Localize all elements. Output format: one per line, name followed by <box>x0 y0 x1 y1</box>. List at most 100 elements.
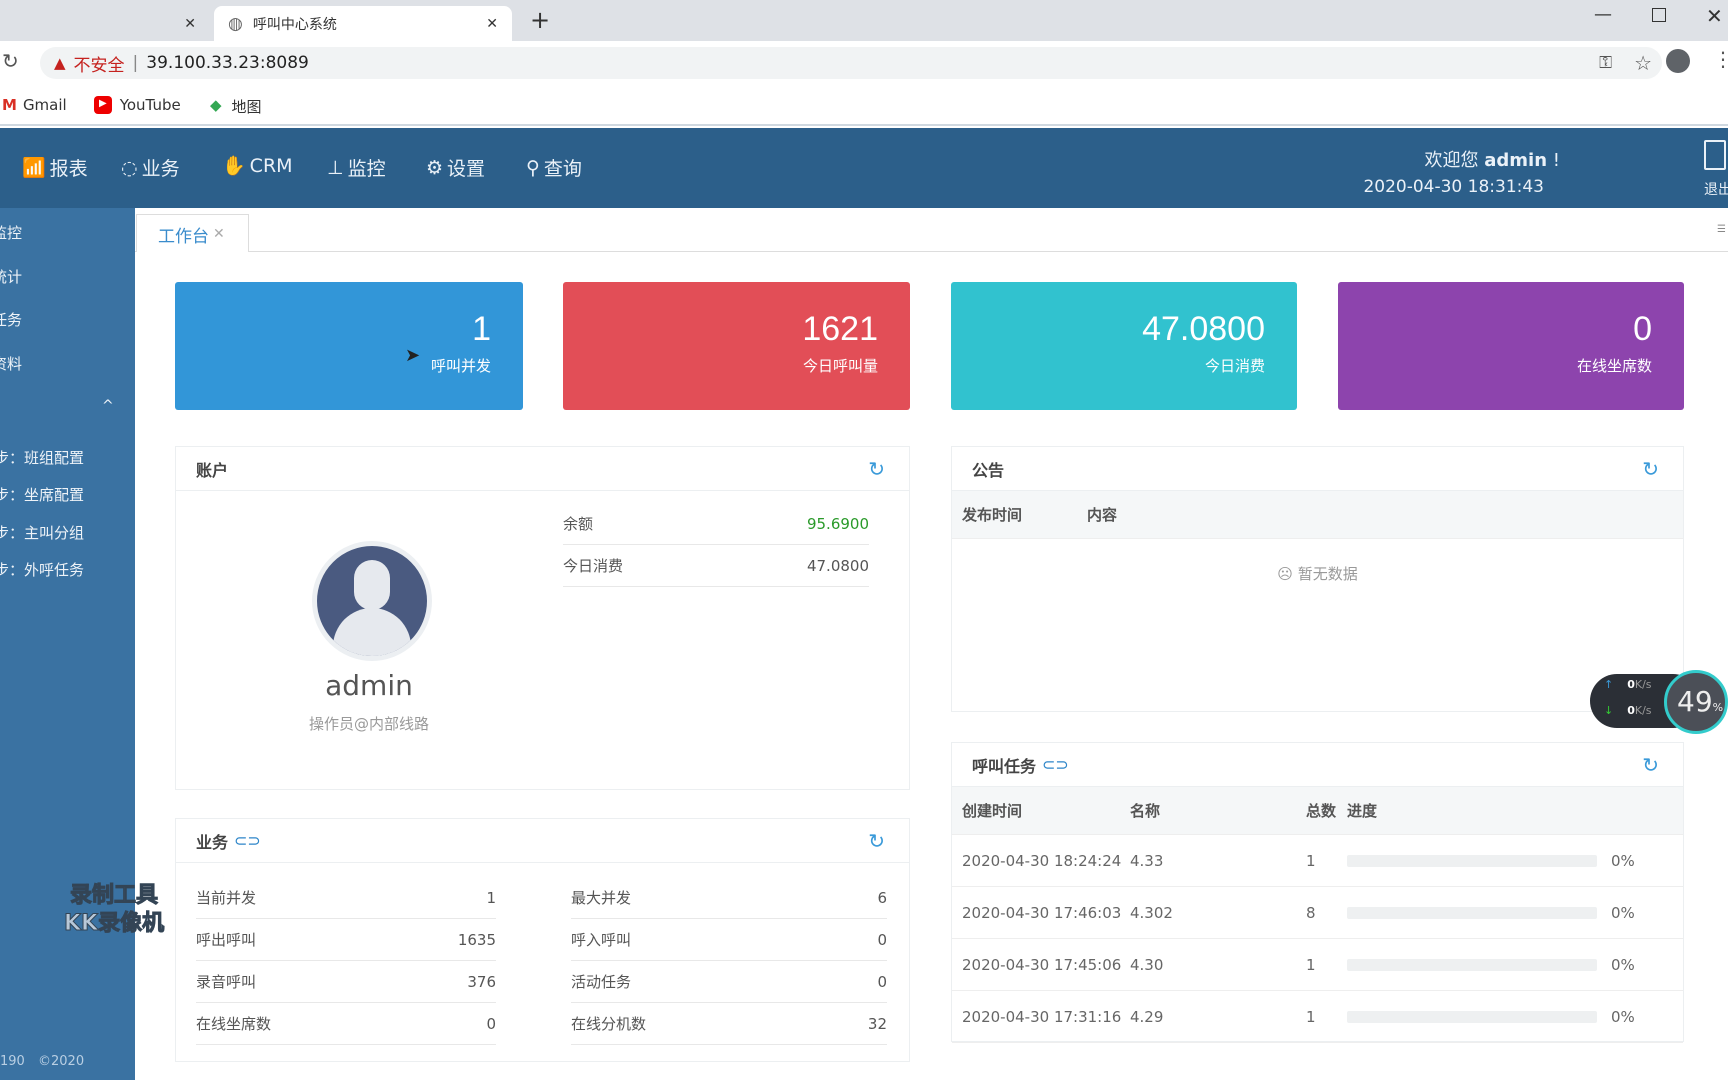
business-stat-row: 录音呼叫 376 <box>196 961 496 1003</box>
task-name: 4.29 <box>1130 1007 1164 1026</box>
profile-icon[interactable] <box>1666 49 1690 73</box>
restore-button[interactable] <box>1652 8 1666 22</box>
column-header: 进度 <box>1347 802 1378 820</box>
copyright: ©2020 <box>38 1054 85 1069</box>
task-name: 4.30 <box>1130 955 1164 974</box>
business-panel: 业务 ⊂⊃ ↻ 当前并发 1 呼出呼叫 1635 录音呼叫 376 在线坐席数 0 最大并发 6 呼入呼… <box>175 818 910 1062</box>
nav-label: 业务 <box>141 158 180 180</box>
column-header: 发布时间 <box>962 506 1023 524</box>
welcome-text: 欢迎您 admin ! <box>1425 146 1560 172</box>
nav-query[interactable]: ⚲ 查询 <box>526 154 582 181</box>
sidebar-step-outbound-task[interactable]: 步：外呼任务 <box>0 559 84 580</box>
nav-label: 报表 <box>49 158 88 180</box>
stat-label: 在线坐席数 <box>1576 357 1652 375</box>
sidebar-item-data[interactable]: 资料 <box>0 353 22 374</box>
sidebar-step-group-config[interactable]: 步：班组配置 <box>0 447 84 468</box>
percent-sign: % <box>1712 701 1724 714</box>
stat-label: 今日消费 <box>1204 357 1265 375</box>
sidebar-step-caller-group[interactable]: 步：主叫分组 <box>0 522 84 543</box>
security-label[interactable]: 不安全 <box>74 51 125 76</box>
logout-button[interactable]: 退出 <box>1704 179 1728 199</box>
task-name: 4.302 <box>1130 903 1173 922</box>
link-icon[interactable]: ⊂⊃ <box>1042 755 1069 774</box>
address-bar-row: ↻ ▲ 不安全 | 39.100.33.23:8089 ⚿ ☆ ⋮ <box>0 41 1728 86</box>
avatar <box>312 541 432 661</box>
close-icon[interactable]: ✕ <box>184 16 196 32</box>
cpu-usage-gauge: 49% <box>1664 670 1728 734</box>
close-window-button[interactable]: ✕ <box>1706 4 1723 28</box>
stat-value: 0 <box>1633 310 1652 348</box>
business-stat-row: 活动任务 0 <box>571 961 887 1003</box>
new-tab-button[interactable]: + <box>530 6 550 34</box>
task-total: 1 <box>1306 955 1316 974</box>
nav-reports[interactable]: 📶 报表 <box>22 154 88 181</box>
current-user: admin <box>1484 150 1548 171</box>
star-icon[interactable]: ☆ <box>1634 51 1652 75</box>
nav-label: 查询 <box>543 158 582 180</box>
call-tasks-panel: 呼叫任务 ⊂⊃ ↻ 创建时间 名称 总数 进度 2020-04-30 18:24:24 4.… <box>951 742 1684 1043</box>
table-row[interactable]: 2020-04-30 17:31:16 4.29 1 0% <box>952 991 1683 1043</box>
progress-bar <box>1347 1010 1597 1023</box>
task-progress: 0% <box>1611 903 1635 922</box>
nav-settings[interactable]: ⚙ 设置 <box>426 154 485 181</box>
tab-workbench[interactable]: 工作台 ✕ <box>136 214 249 253</box>
progress-bar <box>1347 854 1597 867</box>
bookmark-maps[interactable]: ◆ 地图 <box>210 96 262 117</box>
nav-business[interactable]: ◌ 业务 <box>121 154 180 181</box>
business-stat-row: 呼入呼叫 0 <box>571 919 887 961</box>
cycle-icon: ◌ <box>121 156 138 179</box>
nav-monitor[interactable]: ⊥ 监控 <box>327 154 386 181</box>
minimize-button[interactable]: — <box>1594 4 1612 25</box>
download-speed: 0 <box>1627 704 1635 717</box>
refresh-icon[interactable]: ↻ <box>1642 457 1659 481</box>
sad-face-icon: ☹ <box>1277 565 1293 583</box>
stat-card-concurrency: 1 呼叫并发 <box>175 282 523 410</box>
url-text[interactable]: 39.100.33.23:8089 <box>146 53 309 73</box>
top-navigation: 📶 报表 ◌ 业务 ✋ CRM ⊥ 监控 ⚙ 设置 ⚲ 查询 欢迎您 admin ! 202… <box>0 128 1728 208</box>
sidebar-step-seat-config[interactable]: 步：坐席配置 <box>0 484 84 505</box>
reload-icon[interactable]: ↻ <box>2 49 19 73</box>
tab-menu-icon[interactable]: ☰ <box>1717 224 1726 235</box>
stat-value: 47.0800 <box>1142 310 1265 348</box>
cpu-percent: 49 <box>1677 685 1713 718</box>
gmail-icon: M <box>2 96 17 114</box>
row-value: 0 <box>877 930 887 949</box>
today-cost-row: 今日消费 47.0800 <box>563 545 869 587</box>
sidebar-item-monitor[interactable]: 监控 <box>0 222 22 243</box>
unit: K/s <box>1634 678 1652 691</box>
account-role: 操作员@内部线路 <box>308 715 429 733</box>
bookmark-gmail[interactable]: M Gmail <box>2 96 67 114</box>
business-stat-row: 当前并发 1 <box>196 877 496 919</box>
browser-tab-active[interactable]: ◍ 呼叫中心系统 ✕ <box>214 6 512 41</box>
balance-row: 余额 95.6900 <box>563 503 869 545</box>
logout-icon[interactable] <box>1704 140 1726 170</box>
link-icon[interactable]: ⊂⊃ <box>234 831 261 850</box>
chevron-up-icon[interactable]: ^ <box>102 398 114 414</box>
row-label: 呼入呼叫 <box>571 931 632 949</box>
sidebar-item-tasks[interactable]: 任务 <box>0 309 22 330</box>
table-row[interactable]: 2020-04-30 17:45:06 4.30 1 0% <box>952 939 1683 991</box>
exclaim: ! <box>1552 150 1560 171</box>
menu-icon[interactable]: ⋮ <box>1713 47 1728 71</box>
nav-crm[interactable]: ✋ CRM <box>222 154 293 178</box>
refresh-icon[interactable]: ↻ <box>868 457 885 481</box>
key-icon[interactable]: ⚿ <box>1599 53 1612 73</box>
refresh-icon[interactable]: ↻ <box>1642 753 1659 777</box>
table-row[interactable]: 2020-04-30 17:46:03 4.302 8 0% <box>952 887 1683 939</box>
network-speed-widget[interactable]: ↑ 0K/s ↓ 0K/s 49% <box>1590 670 1728 734</box>
footer-text: 190 <box>0 1054 25 1069</box>
omnibox[interactable]: ▲ 不安全 | 39.100.33.23:8089 ⚿ ☆ <box>40 47 1662 79</box>
close-icon[interactable]: ✕ <box>486 16 498 32</box>
sidebar-item-stats[interactable]: 统计 <box>0 266 22 287</box>
close-icon[interactable]: ✕ <box>213 226 225 242</box>
refresh-icon[interactable]: ↻ <box>868 829 885 853</box>
row-label: 最大并发 <box>571 889 632 907</box>
bookmark-label: YouTube <box>119 96 181 114</box>
browser-tab-strip: ✕ ◍ 呼叫中心系统 ✕ + — ✕ <box>0 0 1728 41</box>
table-row[interactable]: 2020-04-30 18:24:24 4.33 1 0% <box>952 835 1683 887</box>
bookmark-label: 地图 <box>231 98 262 116</box>
nav-label: CRM <box>249 154 293 177</box>
browser-tab-inactive[interactable]: ✕ <box>0 6 210 41</box>
task-time: 2020-04-30 18:24:24 <box>962 851 1122 870</box>
bookmark-youtube[interactable]: ▶ YouTube <box>94 96 181 114</box>
